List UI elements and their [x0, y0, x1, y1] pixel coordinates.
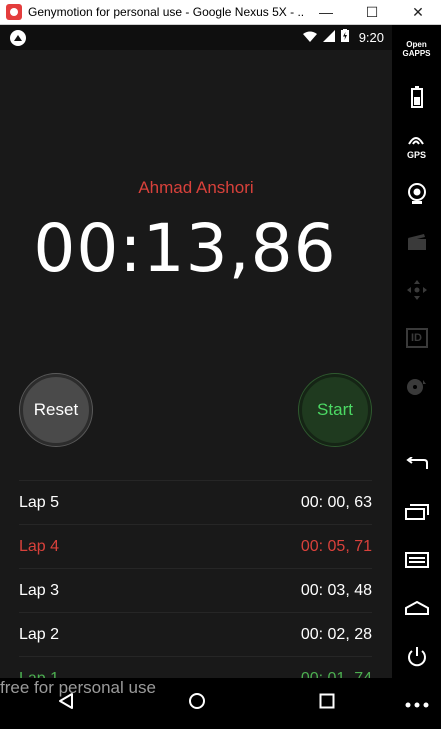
lap-label: Lap 2 — [19, 625, 60, 643]
reset-button[interactable]: Reset — [20, 374, 92, 446]
gapps-line2: GAPPS — [402, 49, 431, 59]
lap-row: Lap 4 00: 05, 71 — [19, 524, 372, 568]
gapps-line1: Open — [406, 40, 427, 50]
lap-row: Lap 5 00: 00, 63 — [19, 480, 372, 524]
signal-icon — [322, 29, 335, 47]
minimize-button[interactable]: — — [303, 0, 349, 24]
dpad-icon — [392, 266, 441, 314]
lap-label: Lap 3 — [19, 581, 60, 599]
device-screen: 9:20 Ahmad Anshori 00:13,86 Reset Start … — [0, 25, 392, 729]
status-bar: 9:20 — [0, 25, 392, 50]
lap-row: Lap 2 00: 02, 28 — [19, 612, 372, 656]
timer-display: 00:13,86 — [33, 210, 337, 287]
status-time: 9:20 — [358, 30, 384, 45]
lap-label: Lap 4 — [19, 537, 60, 555]
lap-time: 00: 02, 28 — [300, 625, 372, 643]
power-icon[interactable] — [392, 633, 441, 681]
maximize-button[interactable]: ☐ — [349, 0, 395, 24]
window-title: Genymotion for personal use - Google Nex… — [28, 5, 303, 19]
genymotion-toolbar: Open GAPPS GPS ID — [392, 25, 441, 729]
menu-icon[interactable] — [392, 536, 441, 584]
notification-icon — [10, 29, 26, 46]
wifi-icon — [302, 29, 317, 47]
watermark-text: free for personal use — [0, 678, 156, 697]
close-button[interactable]: ✕ — [395, 0, 441, 24]
lap-time: 00: 05, 71 — [300, 537, 372, 555]
back-icon[interactable] — [392, 440, 441, 488]
genymotion-icon — [6, 4, 22, 20]
media-icon — [392, 218, 441, 266]
battery-charging-icon — [340, 28, 349, 47]
webcam-icon[interactable] — [392, 170, 441, 218]
disk-icon — [392, 363, 441, 411]
more-icon[interactable] — [392, 681, 441, 729]
lap-label: Lap 5 — [19, 493, 60, 511]
open-gapps-icon[interactable]: Open GAPPS — [392, 25, 441, 73]
lap-list: Lap 5 00: 00, 63 Lap 4 00: 05, 71 Lap 3 … — [19, 480, 372, 700]
stopwatch-view: Ahmad Anshori 00:13,86 Reset Start Lap 5… — [0, 50, 392, 687]
lap-time: 00: 03, 48 — [300, 581, 372, 599]
recent-apps-icon[interactable] — [392, 488, 441, 536]
lap-time: 00: 00, 63 — [300, 493, 372, 511]
nav-recents-icon[interactable] — [319, 693, 335, 714]
gps-icon[interactable]: GPS — [392, 121, 441, 169]
battery-icon[interactable] — [392, 73, 441, 121]
start-button[interactable]: Start — [299, 374, 371, 446]
lap-row: Lap 3 00: 03, 48 — [19, 568, 372, 612]
gps-label: GPS — [406, 149, 426, 160]
window-titlebar: Genymotion for personal use - Google Nex… — [0, 0, 441, 25]
id-icon: ID — [392, 314, 441, 362]
author-name: Ahmad Anshori — [138, 178, 254, 197]
nav-home-icon[interactable] — [188, 692, 206, 715]
home-icon[interactable] — [392, 584, 441, 632]
